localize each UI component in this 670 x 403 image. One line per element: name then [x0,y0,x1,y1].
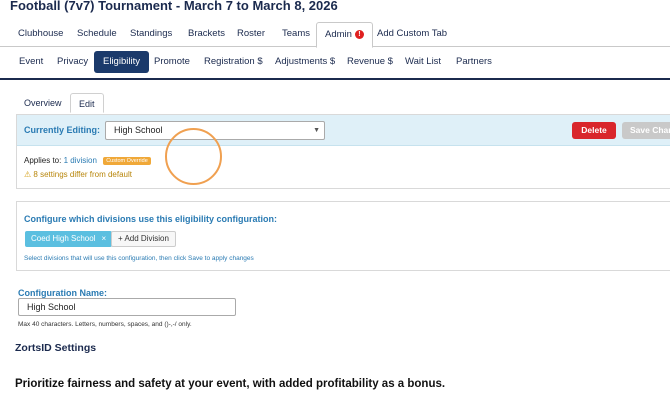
tab-label: Event [19,56,44,67]
configuration-name-input[interactable] [18,298,236,316]
tab-privacy[interactable]: Privacy [48,51,97,73]
page-title: Football (7v7) Tournament - March 7 to M… [10,0,338,13]
tab-label: Clubhouse [18,28,64,39]
tab-label: Registration $ [204,56,263,67]
tab-add-custom-tab[interactable]: Add Custom Tab [369,22,455,47]
zortsid-settings-heading: ZortsID Settings [15,342,97,354]
tab-label: Privacy [57,56,89,67]
tab-label: Adjustments $ [275,56,336,67]
tab-label: Brackets [188,28,225,39]
tab-label: Add Custom Tab [377,28,448,39]
configuration-name-label: Configuration Name: [18,288,107,298]
divisions-title: Configure which divisions use this eligi… [24,214,278,224]
applies-prefix: Applies to: [24,156,62,165]
division-chip-label: Coed High School [31,234,96,243]
applies-division-link[interactable]: 1 division [64,156,97,165]
add-division-button[interactable]: + Add Division [111,231,176,247]
tab-eligibility[interactable]: Eligibility [94,51,149,73]
close-icon[interactable]: × [101,234,106,243]
tab-wait-list[interactable]: Wait List [396,51,450,73]
warning-text: 8 settings differ from default [33,170,132,179]
tab-label: Overview [24,98,62,108]
tab-label: Schedule [77,28,117,39]
tab-label: Edit [79,99,95,109]
tab-partners[interactable]: Partners [447,51,501,73]
editing-panel: Currently Editing: High School ▼ Delete … [16,114,670,189]
custom-override-badge: Custom Override [103,157,151,165]
tab-label: Eligibility [103,56,140,67]
warning-icon: ⚠ [24,170,32,179]
cursor-highlight-ring [165,128,222,185]
tab-event[interactable]: Event [10,51,52,73]
chevron-down-icon: ▼ [313,127,320,134]
tab-teams[interactable]: Teams [274,22,318,47]
alert-icon: ! [354,30,364,39]
tab-adjustments[interactable]: Adjustments $ [266,51,344,73]
divisions-hint: Select divisions that will use this conf… [24,255,254,262]
tab-label: Roster [237,28,265,39]
tab-label: Wait List [405,56,442,67]
applies-to: Applies to: 1 division Custom Override [24,156,151,165]
tab-label: Promote [154,56,190,67]
tab-clubhouse[interactable]: Clubhouse [10,22,71,47]
tab-edit[interactable]: Edit [70,93,104,113]
tab-standings[interactable]: Standings [122,22,180,47]
footer-tagline: Prioritize fairness and safety at your e… [15,378,446,390]
tab-label: Standings [130,28,173,39]
settings-warning: ⚠ 8 settings differ from default [24,170,132,179]
title-bar: Football (7v7) Tournament - March 7 to M… [0,0,670,16]
tab-registration[interactable]: Registration $ [195,51,272,73]
tab-brackets[interactable]: Brackets [180,22,233,47]
tab-admin[interactable]: Admin! [316,22,373,48]
tab-overview[interactable]: Overview [16,93,70,113]
tab-revenue[interactable]: Revenue $ [338,51,402,73]
tab-promote[interactable]: Promote [145,51,199,73]
admin-tabs: Event Privacy Eligibility Promote Regist… [0,50,670,80]
tab-label: Revenue $ [347,56,393,67]
tab-label: Admin [325,29,352,40]
tab-label: Partners [456,56,492,67]
select-value: High School [114,125,163,135]
main-tabs: Clubhouse Schedule Standings Brackets Ro… [0,22,670,48]
divisions-panel: Configure which divisions use this eligi… [16,201,670,271]
editing-bar: Currently Editing: High School ▼ Delete … [17,115,670,146]
currently-editing-label: Currently Editing: [24,125,100,135]
delete-button[interactable]: Delete [572,122,616,139]
configuration-name-hint: Max 40 characters. Letters, numbers, spa… [18,321,192,328]
tab-roster[interactable]: Roster [229,22,273,47]
save-changes-button[interactable]: Save Changes [622,122,670,139]
tab-schedule[interactable]: Schedule [69,22,125,47]
tab-label: Teams [282,28,310,39]
division-chip: Coed High School × [25,231,113,247]
